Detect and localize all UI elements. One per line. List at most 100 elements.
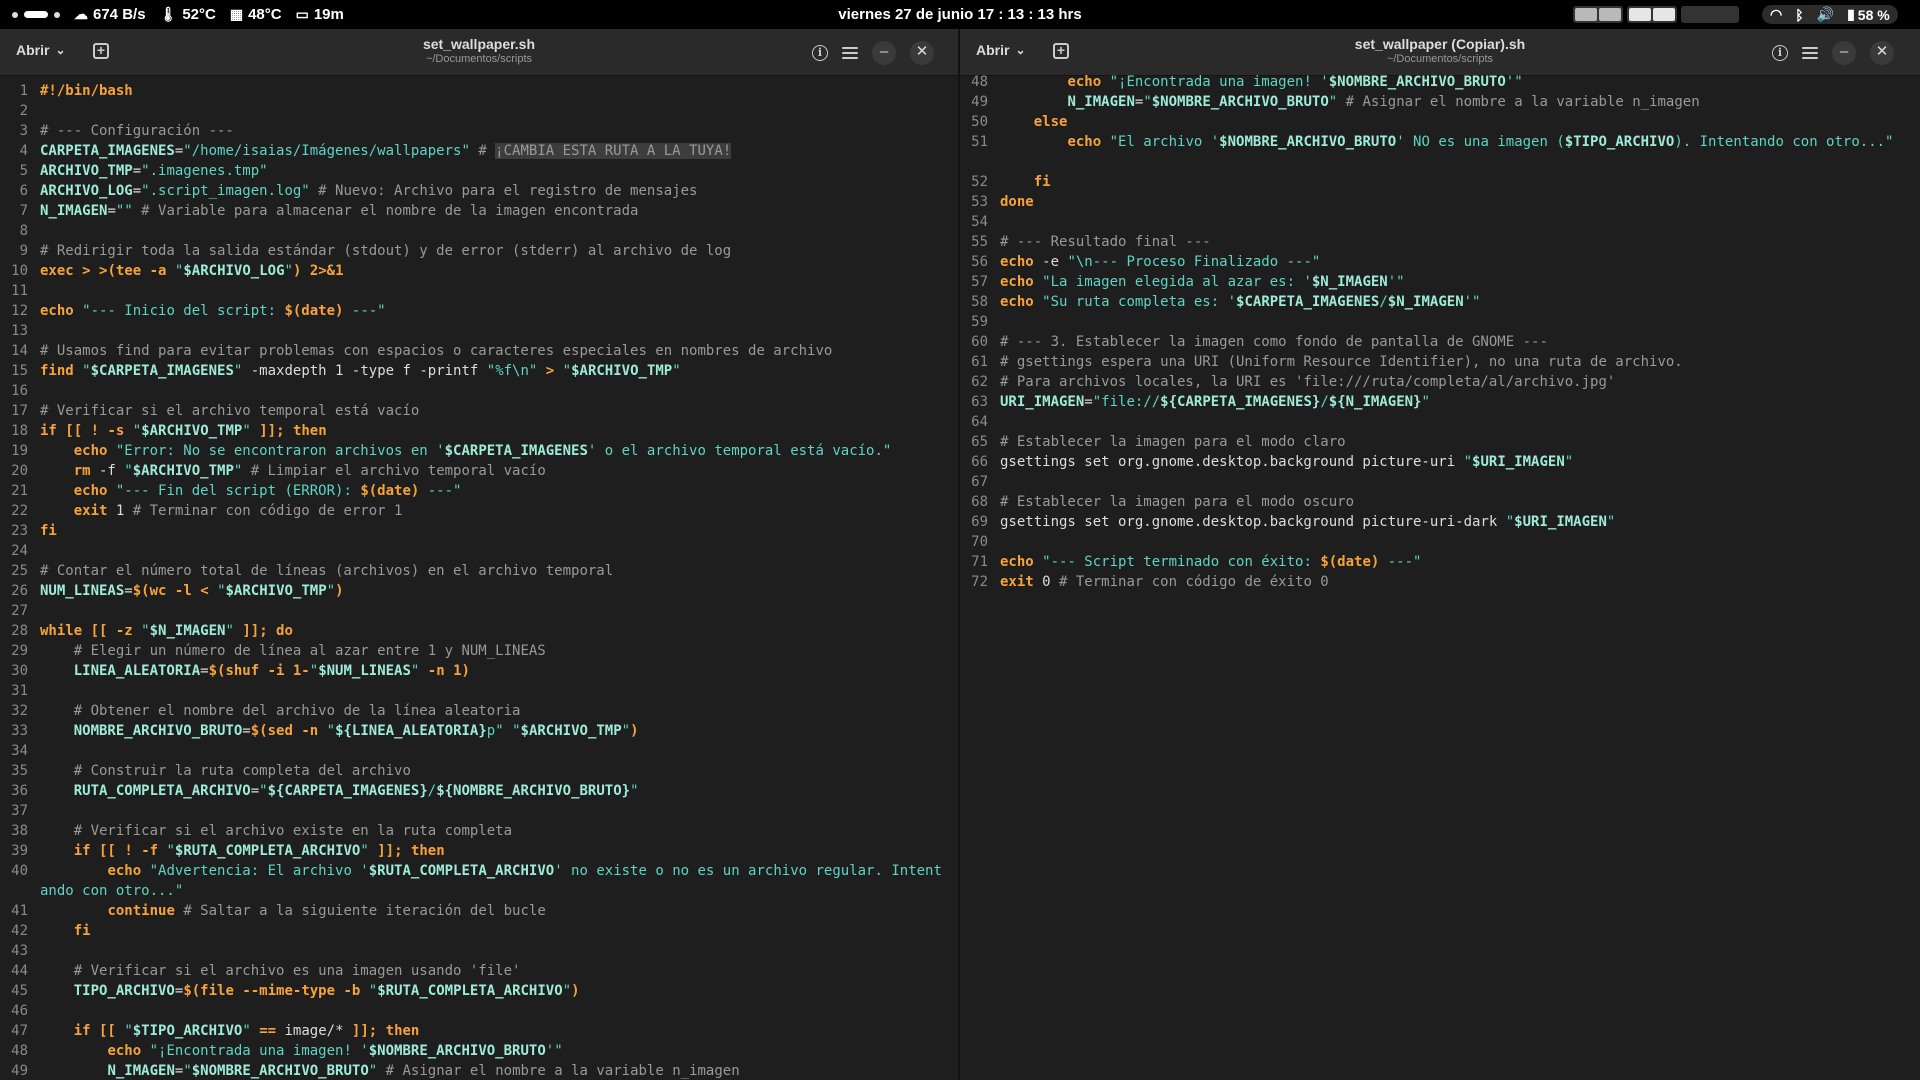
gpu-temperature[interactable]: ▦ 48°C <box>230 6 282 23</box>
code-text[interactable]: RUTA_COMPLETA_ARCHIVO="${CARPETA_IMAGENE… <box>40 781 946 801</box>
code-text[interactable]: echo "¡Encontrada una imagen! '$NOMBRE_A… <box>40 1041 946 1061</box>
code-text[interactable]: fi <box>40 921 946 941</box>
code-line[interactable]: 44 # Verificar si el archivo es una imag… <box>0 961 958 981</box>
code-line[interactable]: 41 continue # Saltar a la siguiente iter… <box>0 901 958 921</box>
code-line[interactable]: 7 N_IMAGEN="" # Variable para almacenar e… <box>0 201 958 221</box>
info-icon[interactable]: i <box>1772 45 1788 61</box>
code-line[interactable]: 8 <box>0 221 958 241</box>
code-line[interactable]: 62 # Para archivos locales, la URI es 'fi… <box>960 372 1920 392</box>
code-line[interactable]: 56 echo -e "\n--- Proceso Finalizado ---" <box>960 252 1920 272</box>
code-line[interactable]: 25 # Contar el número total de líneas (ar… <box>0 561 958 581</box>
code-text[interactable]: else <box>1000 112 1908 132</box>
code-line[interactable]: 33 NOMBRE_ARCHIVO_BRUTO=$(sed -n "${LINE… <box>0 721 958 741</box>
hamburger-menu-icon[interactable] <box>842 47 858 59</box>
code-text[interactable]: while [[ -z "$N_IMAGEN" ]]; do <box>40 621 946 641</box>
code-text[interactable]: done <box>1000 192 1908 212</box>
code-text[interactable]: N_IMAGEN="$NOMBRE_ARCHIVO_BRUTO" # Asign… <box>40 1061 946 1080</box>
code-line[interactable]: 30 LINEA_ALEATORIA=$(shuf -i 1-"$NUM_LIN… <box>0 661 958 681</box>
code-line[interactable]: 23 fi <box>0 521 958 541</box>
code-text[interactable]: gsettings set org.gnome.desktop.backgrou… <box>1000 452 1908 472</box>
code-line[interactable]: 47 if [[ "$TIPO_ARCHIVO" == image/* ]]; … <box>0 1021 958 1041</box>
hamburger-menu-icon[interactable] <box>1802 47 1818 59</box>
code-line[interactable]: 69 gsettings set org.gnome.desktop.backgr… <box>960 512 1920 532</box>
network-speed[interactable]: ☁ 674 B/s <box>74 6 146 23</box>
code-line[interactable]: 58 echo "Su ruta completa es: '$CARPETA_I… <box>960 292 1920 312</box>
code-text[interactable]: ARCHIVO_TMP=".imagenes.tmp" <box>40 161 946 181</box>
code-text[interactable]: fi <box>40 521 946 541</box>
code-line[interactable]: 43 <box>0 941 958 961</box>
code-line[interactable]: 18 if [[ ! -s "$ARCHIVO_TMP" ]]; then <box>0 421 958 441</box>
code-text[interactable]: echo "El archivo '$NOMBRE_ARCHIVO_BRUTO'… <box>1000 132 1908 152</box>
code-line[interactable]: 31 <box>0 681 958 701</box>
new-tab-button[interactable]: + <box>93 43 109 59</box>
code-line[interactable]: 42 fi <box>0 921 958 941</box>
code-text[interactable]: # Contar el número total de líneas (arch… <box>40 561 946 581</box>
code-text[interactable]: # --- 3. Establecer la imagen como fondo… <box>1000 332 1908 352</box>
code-text[interactable]: LINEA_ALEATORIA=$(shuf -i 1-"$NUM_LINEAS… <box>40 661 946 681</box>
code-line[interactable]: 63 URI_IMAGEN="file://${CARPETA_IMAGENES}… <box>960 392 1920 412</box>
cpu-temperature[interactable]: 🌡 52°C <box>160 6 216 23</box>
workspace-dot[interactable] <box>54 11 60 18</box>
code-line[interactable]: 48 echo "¡Encontrada una imagen! '$NOMBR… <box>960 72 1920 92</box>
code-text[interactable]: # --- Resultado final --- <box>1000 232 1908 252</box>
code-line[interactable]: 55 # --- Resultado final --- <box>960 232 1920 252</box>
code-text[interactable]: # Redirigir toda la salida estándar (std… <box>40 241 946 261</box>
code-line[interactable]: 52 fi <box>960 172 1920 192</box>
code-text[interactable]: echo "Su ruta completa es: '$CARPETA_IMA… <box>1000 292 1908 312</box>
system-status-menu[interactable]: ◠ ᛒ 🔊 ▮ 58 % <box>1762 5 1898 24</box>
code-line[interactable]: 64 <box>960 412 1920 432</box>
code-line[interactable]: 13 <box>0 321 958 341</box>
workspace-indicator[interactable] <box>12 11 60 18</box>
code-line[interactable]: 17 # Verificar si el archivo temporal est… <box>0 401 958 421</box>
code-line[interactable]: 34 <box>0 741 958 761</box>
code-line[interactable]: 1 #!/bin/bash <box>0 81 958 101</box>
code-text[interactable]: echo "La imagen elegida al azar es: '$N_… <box>1000 272 1908 292</box>
code-line[interactable]: 49 N_IMAGEN="$NOMBRE_ARCHIVO_BRUTO" # As… <box>0 1061 958 1080</box>
workspace-switcher[interactable] <box>1573 6 1739 23</box>
code-line[interactable]: 21 echo "--- Fin del script (ERROR): $(d… <box>0 481 958 501</box>
workspace-thumbnail-2[interactable] <box>1627 6 1677 23</box>
code-text[interactable]: # --- Configuración --- <box>40 121 946 141</box>
code-text[interactable]: rm -f "$ARCHIVO_TMP" # Limpiar el archiv… <box>40 461 946 481</box>
code-text[interactable]: NOMBRE_ARCHIVO_BRUTO=$(sed -n "${LINEA_A… <box>40 721 946 741</box>
code-text[interactable]: echo "¡Encontrada una imagen! '$NOMBRE_A… <box>1000 72 1908 92</box>
code-line[interactable]: 54 <box>960 212 1920 232</box>
code-text[interactable]: CARPETA_IMAGENES="/home/isaias/Imágenes/… <box>40 141 946 161</box>
code-text[interactable]: echo -e "\n--- Proceso Finalizado ---" <box>1000 252 1908 272</box>
code-text[interactable]: # gsettings espera una URI (Uniform Reso… <box>1000 352 1908 372</box>
code-text[interactable]: URI_IMAGEN="file://${CARPETA_IMAGENES}/$… <box>1000 392 1908 412</box>
close-button[interactable]: ✕ <box>1870 41 1894 65</box>
code-text[interactable]: # Elegir un número de línea al azar entr… <box>40 641 946 661</box>
workspace-thumbnail-3[interactable] <box>1681 6 1739 23</box>
code-editor[interactable]: 48 echo "¡Encontrada una imagen! '$NOMBR… <box>960 72 1920 1080</box>
code-line[interactable]: 22 exit 1 # Terminar con código de error… <box>0 501 958 521</box>
code-line[interactable]: 70 <box>960 532 1920 552</box>
code-text[interactable]: gsettings set org.gnome.desktop.backgrou… <box>1000 512 1908 532</box>
open-button[interactable]: Abrir ⌄ <box>16 42 66 58</box>
workspace-dot[interactable] <box>12 11 18 18</box>
code-text[interactable]: echo "--- Script terminado con éxito: $(… <box>1000 552 1908 572</box>
code-line[interactable]: 66 gsettings set org.gnome.desktop.backgr… <box>960 452 1920 472</box>
code-line[interactable]: 60 # --- 3. Establecer la imagen como fon… <box>960 332 1920 352</box>
code-line[interactable]: 9 # Redirigir toda la salida estándar (st… <box>0 241 958 261</box>
code-line[interactable]: 28 while [[ -z "$N_IMAGEN" ]]; do <box>0 621 958 641</box>
code-text[interactable]: if [[ ! -f "$RUTA_COMPLETA_ARCHIVO" ]]; … <box>40 841 946 861</box>
code-line[interactable]: 15 find "$CARPETA_IMAGENES" -maxdepth 1 -… <box>0 361 958 381</box>
code-line[interactable]: 67 <box>960 472 1920 492</box>
code-line[interactable]: 51 echo "El archivo '$NOMBRE_ARCHIVO_BRU… <box>960 132 1920 172</box>
code-line[interactable]: 36 RUTA_COMPLETA_ARCHIVO="${CARPETA_IMAG… <box>0 781 958 801</box>
code-text[interactable]: echo "--- Inicio del script: $(date) ---… <box>40 301 946 321</box>
code-line[interactable]: 27 <box>0 601 958 621</box>
code-text[interactable]: #!/bin/bash <box>40 81 946 101</box>
code-text[interactable]: # Verificar si el archivo temporal está … <box>40 401 946 421</box>
code-line[interactable]: 19 echo "Error: No se encontraron archiv… <box>0 441 958 461</box>
code-line[interactable]: 40 echo "Advertencia: El archivo '$RUTA_… <box>0 861 958 901</box>
code-text[interactable]: # Establecer la imagen para el modo oscu… <box>1000 492 1908 512</box>
code-line[interactable]: 39 if [[ ! -f "$RUTA_COMPLETA_ARCHIVO" ]… <box>0 841 958 861</box>
code-line[interactable]: 20 rm -f "$ARCHIVO_TMP" # Limpiar el arc… <box>0 461 958 481</box>
code-text[interactable]: NUM_LINEAS=$(wc -l < "$ARCHIVO_TMP") <box>40 581 946 601</box>
code-line[interactable]: 53 done <box>960 192 1920 212</box>
code-line[interactable]: 45 TIPO_ARCHIVO=$(file --mime-type -b "$… <box>0 981 958 1001</box>
code-line[interactable]: 65 # Establecer la imagen para el modo cl… <box>960 432 1920 452</box>
code-line[interactable]: 24 <box>0 541 958 561</box>
